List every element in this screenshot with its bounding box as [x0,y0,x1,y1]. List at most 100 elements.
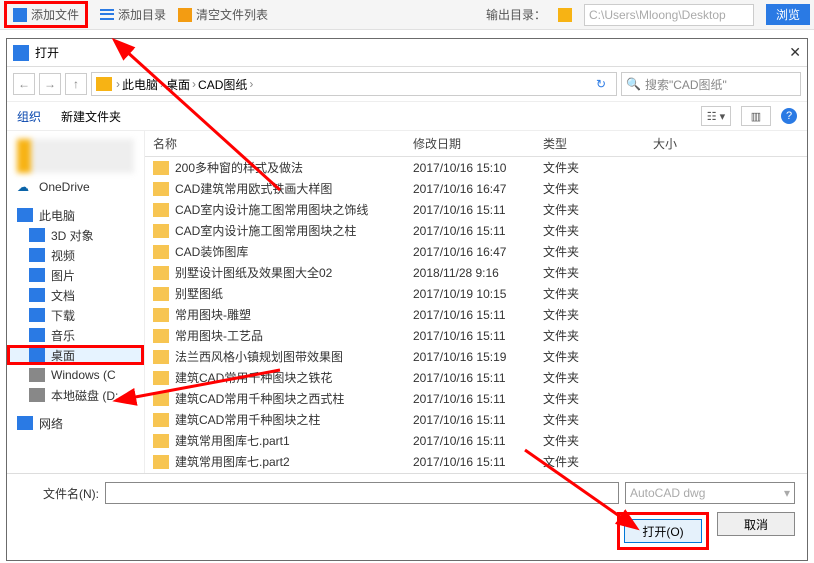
file-size [645,157,807,179]
file-date: 2017/10/16 15:11 [405,388,535,409]
file-size [645,451,807,472]
table-row[interactable]: 别墅设计图纸及效果图大全022018/11/28 9:16文件夹 [145,262,807,283]
browse-button[interactable]: 浏览 [766,4,810,25]
sidebar-item-此电脑[interactable]: 此电脑 [7,205,144,225]
table-row[interactable]: 建筑常用图库七.part22017/10/16 15:11文件夹 [145,451,807,472]
file-type-combo[interactable]: AutoCAD dwg▾ [625,482,795,504]
table-row[interactable]: 常用图块-雕塑2017/10/16 15:11文件夹 [145,304,807,325]
sidebar-item-文档[interactable]: 文档 [7,285,144,305]
refresh-icon[interactable]: ↻ [590,77,612,91]
table-row[interactable]: 常用图块-工艺品 2017/10/16 15:11文件夹 [145,325,807,346]
file-size [645,367,807,388]
file-type: 文件夹 [535,283,645,304]
close-icon[interactable]: ✕ [789,44,801,61]
sidebar: ☁OneDrive 此电脑3D 对象视频图片文档下载音乐桌面Windows (C本… [7,131,145,473]
file-type: 文件夹 [535,241,645,262]
blue-icon [29,248,45,262]
sidebar-item-音乐[interactable]: 音乐 [7,325,144,345]
folder-icon [153,182,169,196]
sidebar-item-图片[interactable]: 图片 [7,265,144,285]
nav-up[interactable]: ↑ [65,73,87,95]
breadcrumb[interactable]: › 此电脑 › 桌面 › CAD图纸 › ↻ [91,72,617,96]
table-row[interactable]: 建筑CAD常用千种图块之西式柱2017/10/16 15:11文件夹 [145,388,807,409]
file-name: CAD建筑常用欧式铁画大样图 [175,180,332,197]
sidebar-item-本地磁盘 (D:[interactable]: 本地磁盘 (D: [7,385,144,405]
table-row[interactable]: CAD建筑常用欧式铁画大样图2017/10/16 16:47文件夹 [145,178,807,199]
table-row[interactable]: 别墅图纸2017/10/19 10:15文件夹 [145,283,807,304]
cancel-button[interactable]: 取消 [717,512,795,536]
file-size [645,325,807,346]
sidebar-item-OneDrive[interactable]: ☁OneDrive [7,177,144,197]
file-date: 2017/10/16 15:10 [405,157,535,179]
dialog-icon [13,45,29,61]
sidebar-quickaccess[interactable] [17,139,134,173]
table-row[interactable]: CAD室内设计施工图常用图块之柱2017/10/16 15:11文件夹 [145,220,807,241]
nav-forward[interactable]: → [39,73,61,95]
folder-icon [153,434,169,448]
folder-icon [153,161,169,175]
folder-icon [153,392,169,406]
clear-list-button[interactable]: 清空文件列表 [178,6,268,23]
sidebar-item-桌面[interactable]: 桌面 [7,345,144,365]
open-button[interactable]: 打开(O) [624,519,702,543]
file-type: 文件夹 [535,325,645,346]
file-type: 文件夹 [535,199,645,220]
sidebar-item-视频[interactable]: 视频 [7,245,144,265]
sidebar-item-网络[interactable]: 网络 [7,413,144,433]
file-name: 建筑CAD常用千种图块之西式柱 [175,390,344,407]
dialog-titlebar: 打开 ✕ [7,39,807,67]
table-row[interactable]: 200多种窗的样式及做法2017/10/16 15:10文件夹 [145,157,807,179]
output-path-field[interactable]: C:\Users\Mloong\Desktop [584,4,754,26]
table-row[interactable]: 建筑CAD常用千种图块之铁花2017/10/16 15:11文件夹 [145,367,807,388]
add-dir-button[interactable]: 添加目录 [100,6,166,23]
file-name: 常用图块-雕塑 [175,306,251,323]
file-date: 2017/10/16 15:11 [405,325,535,346]
folder-icon [153,350,169,364]
blue-icon [29,228,45,242]
table-row[interactable]: 建筑CAD常用千种图块之柱2017/10/16 15:11文件夹 [145,409,807,430]
bc-part[interactable]: 此电脑 [122,76,158,93]
sidebar-item-label: 此电脑 [39,207,75,224]
table-row[interactable]: 建筑常用图库七.part12017/10/16 15:11文件夹 [145,430,807,451]
filename-input[interactable] [105,482,619,504]
new-folder-button[interactable]: 新建文件夹 [61,108,121,125]
bc-part[interactable]: 桌面 [166,76,190,93]
col-name[interactable]: 名称 [145,131,405,157]
file-name: 建筑常用图库七.part1 [175,432,290,449]
file-date: 2017/10/16 15:11 [405,199,535,220]
file-size [645,178,807,199]
add-file-label: 添加文件 [31,6,79,23]
preview-pane-button[interactable]: ▥ [741,106,771,126]
nav-bar: ← → ↑ › 此电脑 › 桌面 › CAD图纸 › ↻ 🔍 搜索"CAD图纸" [7,67,807,101]
blue-icon [29,288,45,302]
table-row[interactable]: CAD装饰图库2017/10/16 16:47文件夹 [145,241,807,262]
view-mode-button[interactable]: ☷ ▾ [701,106,731,126]
file-type: 文件夹 [535,220,645,241]
file-name: 别墅图纸 [175,285,223,302]
file-size [645,346,807,367]
table-row[interactable]: 法兰西风格小镇规划图带效果图2017/10/16 15:19文件夹 [145,346,807,367]
help-icon[interactable]: ? [781,108,797,124]
sidebar-item-3D 对象[interactable]: 3D 对象 [7,225,144,245]
col-size[interactable]: 大小 [645,131,807,157]
table-row[interactable]: CAD室内设计施工图常用图块之饰线2017/10/16 15:11文件夹 [145,199,807,220]
col-date[interactable]: 修改日期 [405,131,535,157]
file-size [645,220,807,241]
search-input[interactable]: 🔍 搜索"CAD图纸" [621,72,801,96]
file-type: 文件夹 [535,430,645,451]
file-size [645,283,807,304]
organize-menu[interactable]: 组织 [17,108,41,125]
folder-icon [153,371,169,385]
bc-part[interactable]: CAD图纸 [198,76,247,93]
col-type[interactable]: 类型 [535,131,645,157]
file-name: 常用图块-工艺品 [175,327,263,344]
file-date: 2017/10/16 15:11 [405,367,535,388]
add-file-button[interactable]: 添加文件 [4,1,88,28]
file-size [645,262,807,283]
nav-back[interactable]: ← [13,73,35,95]
dialog-title: 打开 [35,44,59,61]
sidebar-item-Windows (C[interactable]: Windows (C [7,365,144,385]
file-size [645,430,807,451]
filename-label: 文件名(N): [19,485,99,502]
sidebar-item-下载[interactable]: 下载 [7,305,144,325]
